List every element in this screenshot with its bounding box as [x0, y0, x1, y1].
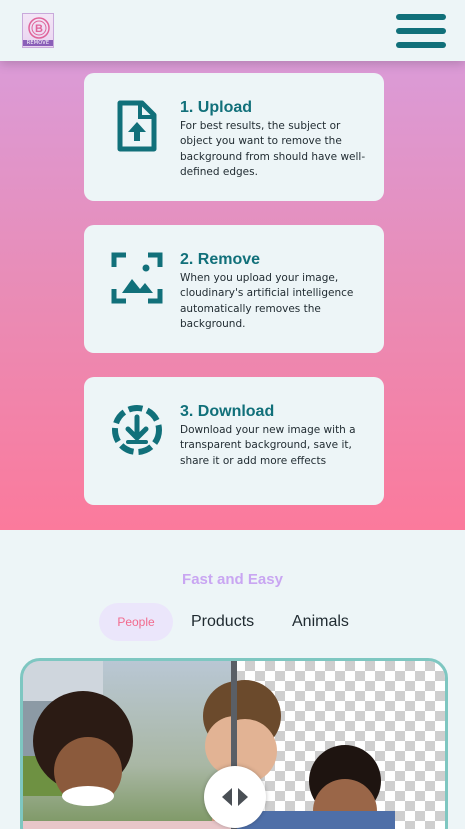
step-description: Download your new image with a transpare…: [180, 424, 356, 467]
step-title: 3. Download: [180, 403, 275, 420]
tab-products[interactable]: Products: [191, 603, 254, 641]
left-right-arrows-icon[interactable]: [204, 766, 266, 828]
before-after-comparison[interactable]: [20, 658, 448, 829]
step-card-remove: 2. Remove When you upload your image, cl…: [84, 225, 384, 353]
tab-animals[interactable]: Animals: [292, 603, 349, 641]
section-title: Fast and Easy: [182, 571, 283, 588]
step-card-upload: 1. Upload For best results, the subject …: [84, 73, 384, 201]
upload-file-icon: [110, 99, 164, 153]
step-description: When you upload your image, cloudinary's…: [180, 272, 354, 330]
svg-text:B: B: [35, 23, 43, 35]
logo-mark-icon: B: [28, 17, 50, 39]
hero-section: 1. Upload For best results, the subject …: [0, 0, 465, 530]
step-card-download: 3. Download Download your new image with…: [84, 377, 384, 505]
top-navbar: B REMOVE: [0, 0, 465, 61]
step-title: 2. Remove: [180, 251, 261, 268]
tab-people[interactable]: People: [99, 603, 173, 641]
download-circle-icon: [110, 403, 164, 457]
step-title: 1. Upload: [180, 99, 253, 116]
image-frame-icon: [110, 251, 164, 305]
transparent-background-preview: [209, 661, 445, 829]
brand-logo[interactable]: B REMOVE: [22, 13, 54, 48]
step-description: For best results, the subject or object …: [180, 120, 366, 178]
logo-text: REMOVE: [23, 40, 53, 46]
hamburger-menu-icon[interactable]: [396, 14, 446, 48]
